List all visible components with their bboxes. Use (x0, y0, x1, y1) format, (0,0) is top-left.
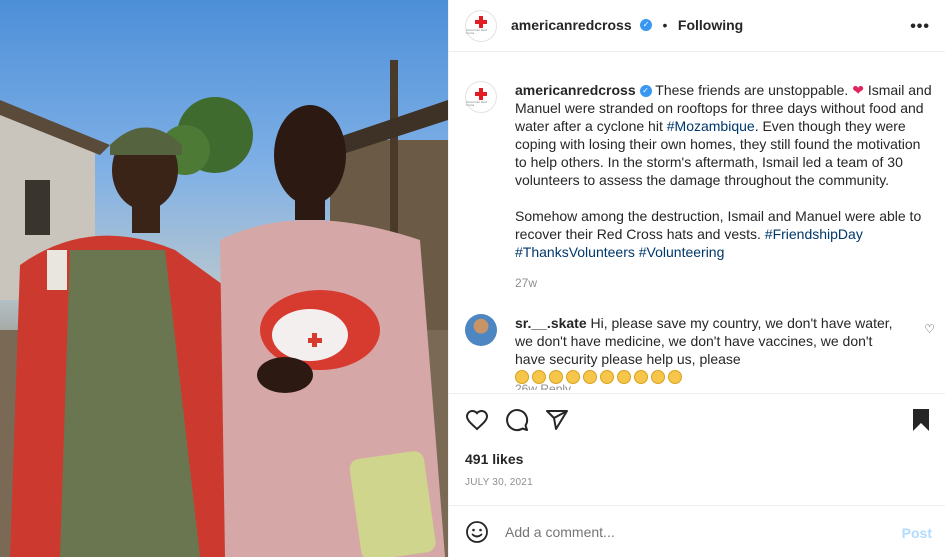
avatar-logo-text: American Red Cross (466, 28, 487, 35)
header-username[interactable]: americanredcross (511, 17, 632, 33)
comment-item: sr.__.skate Hi, please save my country, … (465, 314, 935, 390)
post-header: American Red Cross americanredcross ✓ • … (449, 0, 945, 52)
sad-face-emoji-icon (668, 370, 682, 384)
emoji-icon[interactable] (465, 520, 489, 544)
red-cross-logo-icon (475, 87, 487, 100)
caption: American Red Cross americanredcross ✓ The… (465, 81, 935, 279)
sad-face-emoji-icon (600, 370, 614, 384)
red-heart-emoji-icon: ❤ (852, 82, 864, 98)
photo-illustration (0, 60, 448, 557)
likes-count[interactable]: 491 likes (465, 451, 523, 467)
caption-username[interactable]: americanredcross (515, 82, 636, 98)
following-button[interactable]: Following (678, 17, 743, 33)
sad-face-emoji-icon (583, 370, 597, 384)
comment-meta[interactable]: 26w Reply (515, 382, 571, 390)
caption-timestamp[interactable]: 27w (515, 276, 537, 290)
heart-icon[interactable] (465, 408, 489, 432)
caption-text: americanredcross ✓ These friends are unst… (515, 81, 935, 279)
comment-icon[interactable] (505, 408, 529, 432)
red-cross-logo-icon (475, 16, 487, 28)
post-photo[interactable] (0, 0, 448, 557)
hashtag-mozambique[interactable]: #Mozambique (667, 118, 755, 134)
hashtag-volunteering[interactable]: #Volunteering (639, 244, 725, 260)
add-comment-input[interactable] (505, 523, 875, 540)
sad-face-emoji-icon (617, 370, 631, 384)
add-comment-bar: Post (449, 505, 945, 557)
sad-face-emoji-icon (651, 370, 665, 384)
hashtag-friendshipday[interactable]: #FriendshipDay (765, 226, 863, 242)
share-icon[interactable] (545, 408, 569, 432)
avatar-logo-text: American Red Cross (466, 99, 487, 107)
header-username-wrap: americanredcross ✓ • Following (511, 17, 743, 35)
post-comment-button[interactable]: Post (902, 525, 932, 541)
commenter-username[interactable]: sr.__.skate (515, 315, 587, 331)
bookmark-icon[interactable] (911, 408, 931, 432)
account-avatar[interactable]: American Red Cross (465, 9, 497, 42)
post-details-panel: American Red Cross americanredcross ✓ • … (448, 0, 945, 557)
hashtag-thanksvolunteers[interactable]: #ThanksVolunteers (515, 244, 635, 260)
caption-avatar[interactable]: American Red Cross (465, 81, 497, 113)
header-separator: • (662, 16, 668, 33)
action-bar (449, 393, 945, 448)
sad-face-emoji-icon (634, 370, 648, 384)
comments-scroll-area[interactable]: American Red Cross americanredcross ✓ The… (449, 53, 945, 390)
comment-text: sr.__.skate Hi, please save my country, … (515, 314, 905, 386)
verified-icon: ✓ (639, 85, 652, 98)
more-icon[interactable]: ••• (910, 18, 930, 36)
post-date[interactable]: JULY 30, 2021 (465, 477, 533, 488)
verified-icon: ✓ (640, 19, 653, 32)
commenter-avatar[interactable] (465, 314, 497, 346)
comment-like-heart-icon[interactable]: ♡ (924, 322, 935, 336)
caption-line-1: These friends are unstoppable. (655, 82, 849, 98)
